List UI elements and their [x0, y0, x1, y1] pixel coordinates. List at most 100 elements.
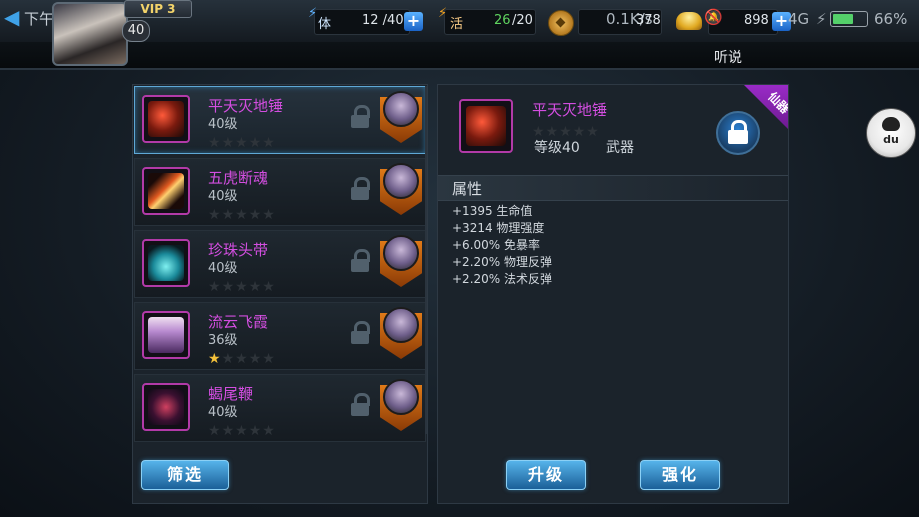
star-icon: ★ [262, 351, 275, 367]
star-icon: ★ [262, 279, 275, 295]
star-rating: ★★★★★ [208, 204, 276, 222]
gold-ingot-icon [676, 12, 702, 30]
headband-icon [148, 245, 184, 281]
mute-bell-icon: 🔕 [704, 8, 723, 26]
back-arrow-icon[interactable]: ◀ [4, 6, 26, 28]
detail-item-name: 平天灭地锤 [532, 101, 608, 119]
hammer-icon [148, 101, 184, 137]
star-icon: ★ [221, 135, 235, 151]
lock-icon[interactable] [350, 249, 370, 273]
flame-lightning-icon: ⚡ [438, 6, 448, 21]
lock-icon [728, 130, 748, 144]
star-icon: ★ [262, 423, 275, 439]
equipment-level: 36级 [208, 333, 238, 348]
player-avatar[interactable] [52, 2, 128, 66]
stamina-label: 体 [318, 17, 332, 32]
network-type: 4G [788, 10, 810, 28]
star-rating: ★★★★★ [208, 420, 276, 438]
equipment-level: 40级 [208, 189, 238, 204]
equipment-row[interactable]: 流云飞霞 36级 ★★★★★ [134, 302, 426, 370]
equipped-hero-badge[interactable] [380, 233, 422, 289]
whip-icon [148, 389, 184, 425]
equipment-row[interactable]: 五虎断魂 40级 ★★★★★ [134, 158, 426, 226]
star-icon: ★ [235, 279, 248, 295]
star-icon: ★ [248, 423, 262, 439]
lock-body [351, 187, 369, 200]
star-icon: ★ [235, 423, 248, 439]
equipment-level: 40级 [208, 261, 238, 276]
equipped-hero-badge[interactable] [380, 305, 422, 361]
equipment-row[interactable]: 珍珠头带 40级 ★★★★★ [134, 230, 426, 298]
attribute-line: +3214 物理强度 [452, 221, 545, 235]
star-rating: ★★★★★ [208, 348, 276, 366]
attribute-line: +1395 生命值 [452, 204, 533, 218]
lock-body [351, 403, 369, 416]
upgrade-button[interactable]: 升级 [506, 460, 586, 490]
star-icon: ★ [208, 207, 221, 223]
star-rating: ★★★★★ [208, 132, 276, 150]
star-icon: ★ [221, 279, 235, 295]
robe-icon [148, 317, 184, 353]
baidu-float-button[interactable]: du [866, 108, 916, 158]
equipment-list-panel: 平天灭地锤 40级 ★★★★★ 五虎断魂 40级 ★★★★★ 珍珠头带 40级 ★★★★★ 流云飞… [132, 84, 428, 504]
equipment-icon [142, 95, 190, 143]
baidu-label: du [883, 133, 899, 146]
equipment-row[interactable]: 平天灭地锤 40级 ★★★★★ [134, 86, 426, 154]
hero-portrait [383, 91, 419, 127]
ingot-value: 898 [744, 13, 769, 28]
equipment-icon [142, 383, 190, 431]
equipment-level: 40级 [208, 405, 238, 420]
hero-portrait [383, 235, 419, 271]
star-icon: ★ [221, 423, 235, 439]
lock-body [351, 259, 369, 272]
detail-weapon-icon [459, 99, 513, 153]
star-icon: ★ [208, 423, 221, 439]
enhance-button[interactable]: 强化 [640, 460, 720, 490]
vip-badge[interactable]: VIP 3 [124, 0, 192, 18]
vigor-max: /20 [512, 13, 533, 28]
paw-icon [882, 117, 900, 131]
list-scrollbar[interactable] [425, 86, 427, 434]
star-icon: ★ [248, 135, 262, 151]
star-icon: ★ [248, 207, 262, 223]
player-level: 40 [122, 20, 150, 42]
coin-icon [548, 10, 574, 36]
star-icon: ★ [235, 207, 248, 223]
hero-portrait [383, 379, 419, 415]
equipped-hero-badge[interactable] [380, 161, 422, 217]
lock-icon[interactable] [350, 177, 370, 201]
stamina-value: 12 /40 [362, 13, 404, 28]
add-stamina-button[interactable]: + [404, 12, 423, 31]
equipped-hero-badge[interactable] [380, 377, 422, 433]
equipment-row[interactable]: 蝎尾鞭 40级 ★★★★★ [134, 374, 426, 442]
attribute-line: +2.20% 法术反弹 [452, 272, 552, 286]
star-icon: ★ [262, 135, 275, 151]
equipped-hero-badge[interactable] [380, 89, 422, 145]
star-icon: ★ [221, 207, 235, 223]
lightning-icon: ⚡ [308, 6, 318, 21]
star-rating: ★★★★★ [208, 276, 276, 294]
lock-icon[interactable] [350, 393, 370, 417]
lock-body [351, 331, 369, 344]
star-icon: ★ [208, 351, 221, 367]
star-icon: ★ [208, 279, 221, 295]
lock-toggle-button[interactable] [716, 111, 760, 155]
notice-text: 听说 [714, 50, 742, 66]
lock-icon[interactable] [350, 105, 370, 129]
attributes-list: +1395 生命值 +3214 物理强度 +6.00% 免暴率 +2.20% 物… [452, 203, 552, 288]
quality-tag-label: 仙器 [765, 89, 789, 117]
hero-portrait [383, 163, 419, 199]
equipment-icon [142, 311, 190, 359]
star-icon: ★ [221, 351, 235, 367]
lock-icon[interactable] [350, 321, 370, 345]
battery-percent: 66% [874, 10, 908, 28]
filter-button[interactable]: 筛选 [141, 460, 229, 490]
vigor-label: 活 [450, 17, 464, 32]
charging-icon: ⚡ [816, 10, 827, 28]
attributes-title: 属性 [452, 180, 483, 198]
equipment-icon [142, 239, 190, 287]
star-icon: ★ [248, 279, 262, 295]
equipment-icon [142, 167, 190, 215]
blade-icon [148, 173, 184, 209]
hero-portrait [383, 307, 419, 343]
